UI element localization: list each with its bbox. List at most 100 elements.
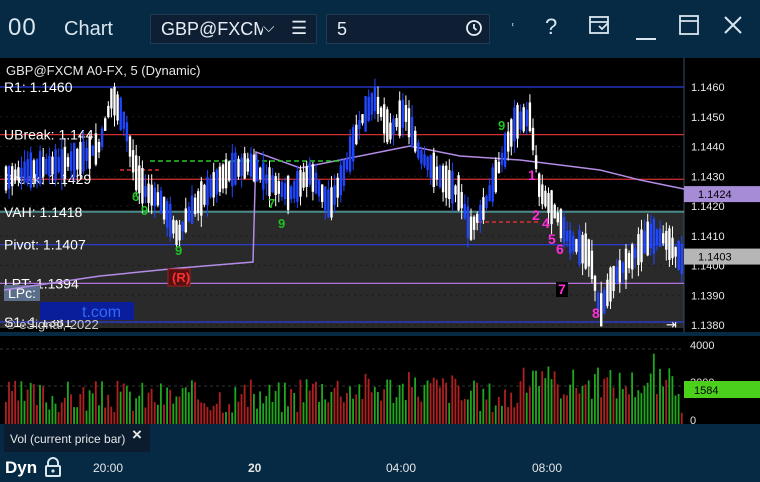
template-icon[interactable] [588,14,610,42]
symbol-value[interactable]: GBP@FXCM [161,19,263,40]
volume-bar [107,394,110,424]
volume-bar [479,410,482,424]
symbol-input[interactable]: GBP@FXCM ⌵ ☰ [150,14,317,44]
volume-bar [618,372,621,424]
candle-body [166,201,169,228]
candle-body [259,167,262,180]
candle-body [231,152,234,187]
volume-bar [98,405,100,424]
minimize-icon[interactable] [636,22,656,48]
volume-bar [222,412,224,424]
candle-body [479,204,482,223]
candle-body [14,169,17,181]
volume-bar [17,400,20,424]
price-chart[interactable]: R1: 1.1460UBreak: 1.144Break: 1.1429VAH:… [0,58,760,454]
interval-value[interactable]: 5 [337,19,347,40]
dynamic-mode-label[interactable]: Dyn [5,458,37,478]
volume-bar [519,381,522,424]
close-study-icon[interactable]: × [132,425,142,444]
volume-bar [432,377,435,424]
volume-bar [163,404,165,424]
candle-body [417,142,420,159]
candle-body [314,172,318,194]
volume-bar [36,405,38,424]
candle-body [91,145,94,156]
volume-bar [315,381,317,424]
cursor-icon[interactable]: ʿ [510,22,515,40]
app-icon[interactable]: 00 [8,14,37,42]
maximize-icon[interactable] [678,14,700,42]
volume-bar [476,382,478,424]
candle-body [48,155,51,176]
interval-input[interactable]: 5 [326,14,490,44]
candle-body [104,118,107,131]
chevron-down-icon[interactable]: ⌵ [263,19,274,36]
volume-bar [662,386,664,424]
candle-body [503,133,507,167]
clock-icon[interactable] [465,19,483,42]
price-axis-label: 1.1430 [691,171,725,183]
volume-bar [550,379,553,424]
candle-body [169,203,172,238]
candle-body [268,167,271,197]
sequence-count: 6 [556,241,564,257]
help-icon[interactable]: ? [545,14,557,40]
volume-bar [153,402,156,424]
lock-icon[interactable] [44,457,62,482]
volume-bar [563,394,565,424]
candle-body [556,212,559,223]
candle-body [445,165,448,198]
candle-body [128,136,132,157]
candle-body [321,184,324,202]
volume-bar [67,381,69,424]
candle-body [541,184,544,205]
volume-bar [525,392,528,424]
volume-bar [637,390,640,424]
volume-bar [451,375,454,424]
candle-body [228,161,231,181]
volume-bar [408,372,410,424]
volume-bar [485,399,488,424]
candle-body [252,154,256,182]
candle-body [367,96,370,121]
candle-body [466,206,470,239]
volume-bar [333,387,336,424]
menu-icon[interactable]: ☰ [291,18,307,39]
candle-body [172,219,175,234]
volume-bar [8,381,10,424]
volume-bar [547,366,550,424]
volume-bar [29,382,32,424]
jump-to-end-icon[interactable]: ⇥ [666,318,677,333]
volume-bar [268,384,271,424]
candle-body [355,124,358,145]
level-label: Pivot: 1.1407 [4,237,86,253]
volume-bar [680,412,683,424]
candle-body [262,162,265,190]
candle-body [76,148,79,170]
level-label: Break: 1.1429 [4,171,91,187]
volume-bar [559,398,562,424]
volume-bar [234,387,237,424]
volume-bar [91,393,94,424]
volume-bar [473,380,475,424]
candle-body [51,156,54,175]
candle-body [361,114,364,124]
candle-body [107,105,110,118]
volume-bar [184,387,187,424]
volume-bar [262,403,265,424]
candle-body [578,230,581,265]
volume-bar [135,398,137,424]
volume-bar [225,411,227,424]
volume-bar [308,390,311,424]
candle-body [162,196,166,220]
candle-body [79,142,82,175]
candle-body [513,107,516,142]
volume-bar [640,393,643,424]
volume-bar [538,385,540,424]
candle-body [581,235,584,264]
candle-body [299,169,302,197]
time-axis[interactable]: Dyn 20:00 20 04:00 08:00 [0,454,760,481]
candle-body [544,190,547,207]
close-icon[interactable] [722,14,744,42]
volume-bar [88,390,91,424]
